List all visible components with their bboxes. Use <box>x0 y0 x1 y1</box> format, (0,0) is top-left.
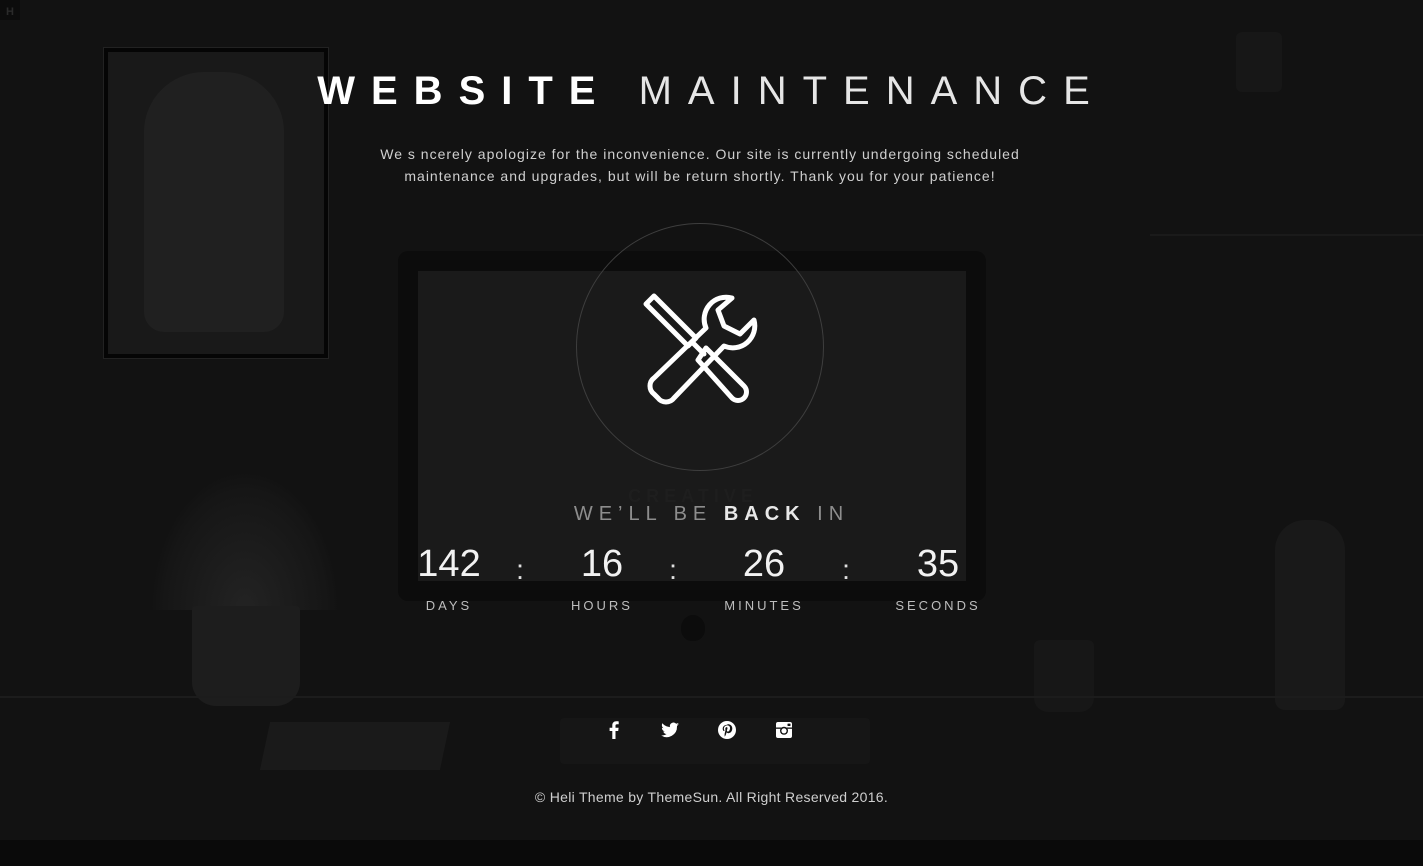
plant-pot <box>192 606 300 706</box>
apple-logo <box>681 615 705 641</box>
maintenance-description: We s ncerely apologize for the inconveni… <box>380 146 1020 184</box>
countdown-seconds-label: SECONDS <box>895 598 981 613</box>
desk-edge <box>0 696 1423 698</box>
countdown-days-value: 142 <box>417 543 481 585</box>
instagram-icon[interactable] <box>772 718 796 742</box>
countdown-hours-label: HOURS <box>571 598 633 613</box>
footer-copyright: © Heli Theme by ThemeSun. All Right Rese… <box>534 789 889 805</box>
monitor-logo-text: H <box>6 6 14 18</box>
book <box>259 722 451 770</box>
countdown-hours-value: 16 <box>580 543 624 585</box>
back-in-bold: BACK <box>723 503 806 525</box>
facebook-icon[interactable] <box>602 718 626 742</box>
twitter-icon[interactable] <box>658 718 682 742</box>
countdown-minutes-label: MINUTES <box>724 598 804 613</box>
bottom-strip <box>0 840 1423 866</box>
plant <box>150 470 340 610</box>
shelf <box>1150 234 1423 236</box>
title-bold: WEBSITE <box>317 69 612 113</box>
countdown-minutes-value: 26 <box>742 543 786 585</box>
back-in-pre: WE’LL BE <box>573 503 713 525</box>
tools-icon <box>643 293 758 405</box>
countdown-separator: : <box>669 554 677 585</box>
back-in-post: IN <box>817 503 850 525</box>
countdown-seconds-value: 35 <box>916 543 960 585</box>
pinterest-icon[interactable] <box>715 718 739 742</box>
back-in-heading: WE’LL BE BACK IN <box>0 503 1423 526</box>
title-light: MAINTENANCE <box>638 69 1106 113</box>
countdown-separator: : <box>842 554 850 585</box>
vase <box>1275 520 1345 710</box>
page-title: WEBSITE MAINTENANCE <box>0 66 1423 116</box>
countdown-days-label: DAYS <box>425 598 473 613</box>
monitor-logo: H <box>0 0 20 20</box>
mug <box>1034 640 1094 712</box>
